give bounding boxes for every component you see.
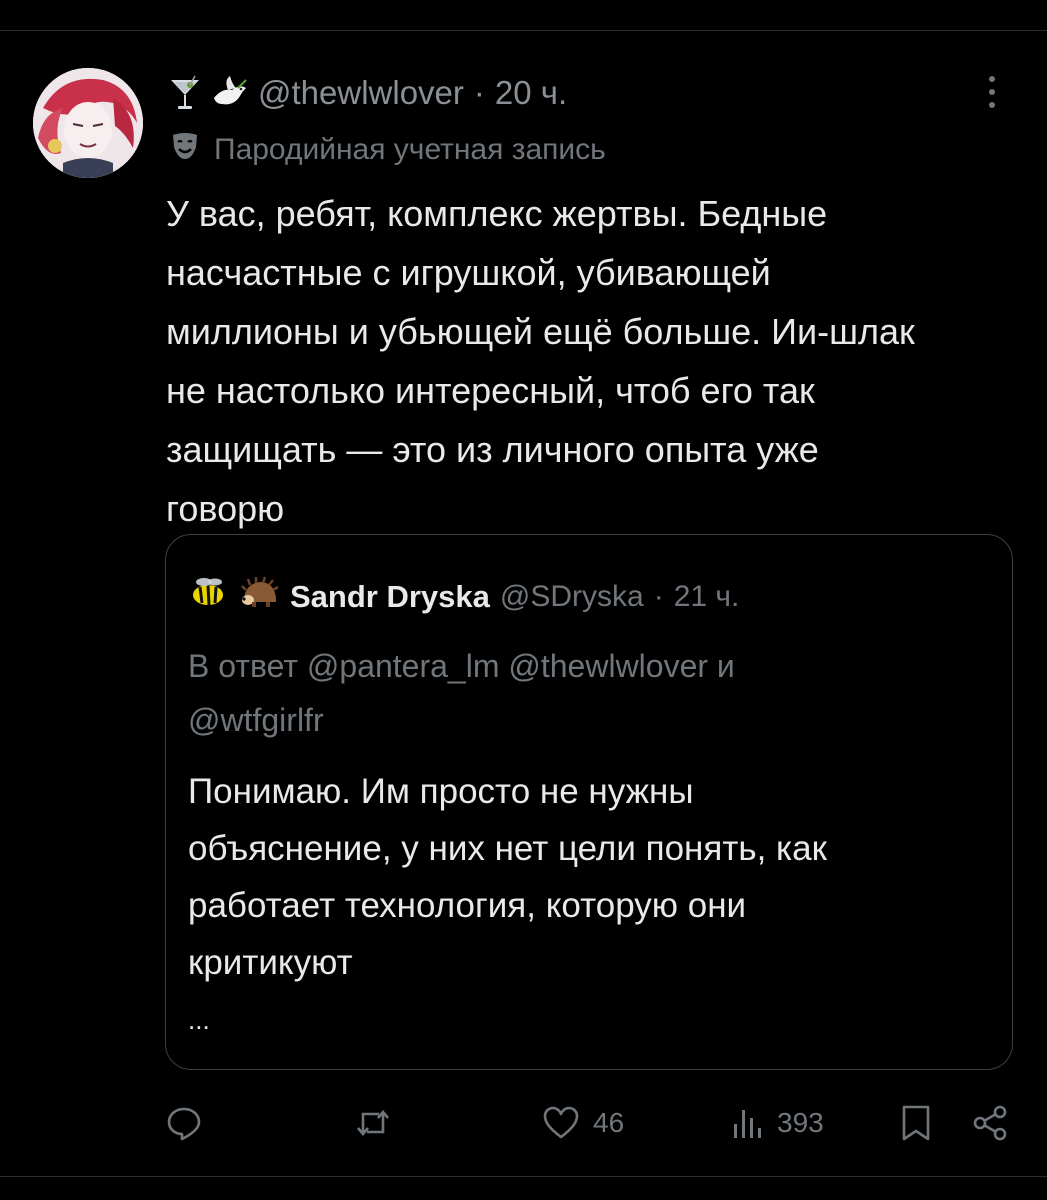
quoted-post-header: Sandr Dryska @SDryska · 21 ч. xyxy=(188,575,739,619)
quoted-post[interactable]: Sandr Dryska @SDryska · 21 ч. В ответ @p… xyxy=(165,534,1013,1070)
hedgehog-emoji xyxy=(238,576,280,618)
bookmark-button[interactable] xyxy=(899,1100,933,1146)
quoted-author-name[interactable]: Sandr Dryska xyxy=(290,579,490,615)
repost-button[interactable] xyxy=(353,1100,405,1146)
reply-mention[interactable]: @pantera_lm xyxy=(307,648,500,684)
post-header: @thewlwlover · 20 ч. xyxy=(168,70,567,116)
views-button[interactable]: 393 xyxy=(731,1100,824,1146)
top-divider xyxy=(0,30,1047,31)
avatar-image xyxy=(33,68,143,178)
heart-icon xyxy=(543,1106,579,1139)
more-dot-icon xyxy=(989,102,995,108)
more-dot-icon xyxy=(989,76,995,82)
author-handle[interactable]: @thewlwlover xyxy=(258,74,464,112)
reply-button[interactable] xyxy=(165,1100,215,1146)
theater-mask-icon xyxy=(170,131,200,169)
post-time[interactable]: 20 ч. xyxy=(495,74,567,112)
quoted-author-handle[interactable]: @SDryska xyxy=(500,580,644,614)
repost-icon xyxy=(357,1109,389,1137)
quoted-header-separator: · xyxy=(653,580,664,613)
avatar[interactable] xyxy=(33,68,143,178)
reply-mention[interactable]: @thewlwlover xyxy=(508,648,708,684)
reply-context: В ответ @pantera_lm @thewlwlover и @wtfg… xyxy=(188,639,988,747)
action-bar: 46 393 xyxy=(165,1100,1015,1146)
share-icon xyxy=(973,1105,1007,1141)
views-count: 393 xyxy=(777,1107,824,1138)
quoted-post-ellipsis: ... xyxy=(188,1005,210,1035)
more-options-button[interactable] xyxy=(976,72,1008,112)
share-button[interactable] xyxy=(971,1100,1009,1146)
cocktail-emoji xyxy=(168,74,202,112)
reply-icon xyxy=(167,1107,201,1141)
reply-mention[interactable]: @wtfgirlfr xyxy=(188,702,324,738)
reply-prefix: В ответ xyxy=(188,648,299,684)
bookmark-icon xyxy=(902,1105,930,1141)
quoted-post-time[interactable]: 21 ч. xyxy=(674,580,740,614)
bottom-divider xyxy=(0,1176,1047,1177)
dove-emoji xyxy=(210,74,250,112)
parody-account-label: Пародийная учетная запись xyxy=(170,130,606,170)
parody-label-text: Пародийная учетная запись xyxy=(214,133,606,166)
views-chart-icon xyxy=(734,1110,761,1138)
more-dot-icon xyxy=(989,89,995,95)
like-count: 46 xyxy=(593,1107,625,1138)
post-body: У вас, ребят, комплекс жертвы. Бедные на… xyxy=(166,193,915,529)
bee-emoji xyxy=(188,576,228,618)
quoted-post-body: Понимаю. Им просто не нужны объяснение, … xyxy=(188,772,827,982)
reply-conjunction: и xyxy=(716,648,735,684)
like-button[interactable]: 46 xyxy=(541,1100,624,1146)
header-separator: · xyxy=(473,74,485,111)
